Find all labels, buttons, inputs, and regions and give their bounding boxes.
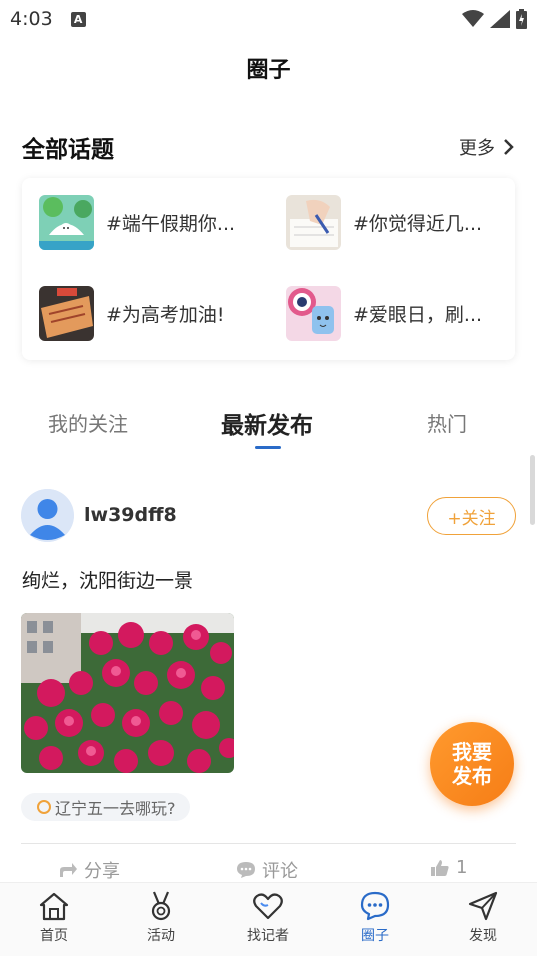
topic-tag-label: 辽宁五一去哪玩?: [55, 799, 176, 818]
chat-bubble-icon: [360, 891, 390, 921]
like-count: 1: [456, 857, 468, 878]
comment-label: 评论: [262, 861, 298, 882]
feed-tabs: 我的关注 最新发布 热门: [0, 400, 537, 450]
share-label: 分享: [84, 861, 120, 882]
post-image[interactable]: [21, 613, 234, 773]
post-topic-tag[interactable]: 辽宁五一去哪玩?: [21, 793, 190, 821]
battery-icon: [516, 9, 527, 29]
topic-label: #端午假期你...: [106, 213, 236, 235]
topic-item[interactable]: #爱眼日，刷...: [286, 286, 482, 341]
comment-button[interactable]: 评论: [236, 857, 298, 883]
bottom-nav: 首页 活动 找记者 圈子 发现: [0, 882, 537, 956]
follow-button[interactable]: +关注: [427, 497, 516, 535]
wifi-icon: [462, 10, 484, 27]
active-tab-indicator: [255, 446, 281, 449]
chevron-right-icon: [504, 139, 514, 155]
topics-card: #端午假期你... #你觉得近几... #为高考加油! #爱眼日，刷...: [22, 178, 515, 360]
nav-label: 圈子: [361, 928, 389, 944]
page-title: 圈子: [246, 58, 291, 83]
heart-icon: [253, 893, 283, 920]
topic-item[interactable]: #端午假期你...: [39, 195, 235, 250]
nav-circle[interactable]: 圈子: [335, 891, 415, 945]
nav-label: 首页: [40, 928, 68, 944]
status-time: 4:03: [10, 8, 53, 30]
dragon-boat-thumbnail: [39, 195, 94, 250]
status-bar: 4:03 A: [0, 0, 537, 38]
more-button[interactable]: 更多: [459, 134, 515, 160]
home-icon: [39, 892, 69, 921]
a-badge-icon: A: [70, 11, 86, 27]
tab-following[interactable]: 我的关注: [48, 408, 128, 437]
share-button[interactable]: 分享: [58, 857, 120, 883]
nav-find-reporter[interactable]: 找记者: [228, 891, 308, 945]
share-icon: [60, 863, 77, 877]
publish-fab[interactable]: 我要 发布: [430, 722, 514, 806]
scrollbar[interactable]: [530, 455, 535, 525]
tab-latest[interactable]: 最新发布: [221, 406, 313, 440]
divider: [21, 843, 516, 844]
nav-discover[interactable]: 发现: [443, 891, 523, 945]
avatar[interactable]: [21, 489, 74, 542]
exam-paper-thumbnail: [39, 286, 94, 341]
fab-line1: 我要: [452, 740, 492, 764]
topic-label: #爱眼日，刷...: [353, 304, 483, 326]
topic-label: #你觉得近几...: [353, 213, 483, 235]
like-button[interactable]: 1: [430, 857, 467, 878]
medal-icon: [151, 891, 171, 921]
writing-hand-thumbnail: [286, 195, 341, 250]
section-title: 全部话题: [22, 137, 114, 163]
nav-label: 发现: [469, 928, 497, 944]
tab-hot[interactable]: 热门: [427, 408, 467, 437]
signal-icon: [490, 10, 510, 28]
topic-item[interactable]: #为高考加油!: [39, 286, 225, 341]
fab-line2: 发布: [452, 764, 492, 788]
nav-home[interactable]: 首页: [14, 891, 94, 945]
eye-cartoon-thumbnail: [286, 286, 341, 341]
nav-activity[interactable]: 活动: [121, 891, 201, 945]
more-label: 更多: [459, 138, 495, 159]
topic-item[interactable]: #你觉得近几...: [286, 195, 482, 250]
thumbs-up-icon: [431, 859, 449, 876]
send-icon: [468, 891, 498, 921]
topic-ring-icon: [37, 800, 51, 814]
nav-label: 活动: [147, 928, 175, 944]
comment-icon: [237, 862, 255, 878]
nav-label: 找记者: [247, 928, 289, 944]
status-icons: [462, 9, 527, 29]
topic-label: #为高考加油!: [106, 304, 225, 326]
topics-header: 全部话题 更多: [22, 130, 515, 164]
post-text: 绚烂，沈阳街边一景: [22, 570, 194, 592]
post-username[interactable]: lw39dff8: [84, 504, 177, 526]
